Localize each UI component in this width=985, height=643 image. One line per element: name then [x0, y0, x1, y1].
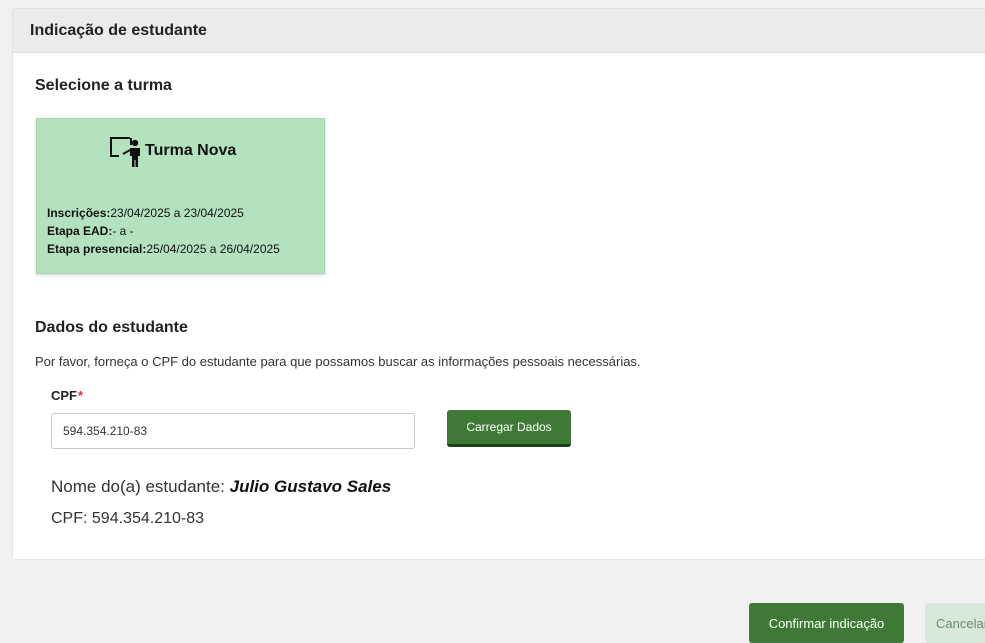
- class-card-header: Turma Nova: [109, 134, 236, 168]
- ead-stage-period: Etapa EAD:- a -: [47, 224, 134, 238]
- presential-stage-period: Etapa presencial:25/04/2025 a 26/04/2025: [47, 242, 280, 256]
- teacher-board-icon: [109, 134, 143, 168]
- required-marker: *: [78, 388, 84, 403]
- cancel-button[interactable]: Cancelar: [925, 603, 985, 643]
- enrollment-period: Inscrições:23/04/2025 a 23/04/2025: [47, 206, 244, 220]
- page-title: Indicação de estudante: [30, 21, 207, 39]
- load-data-button[interactable]: Carregar Dados: [447, 410, 571, 447]
- student-cpf-line: CPF: 594.354.210-83: [51, 510, 205, 527]
- confirm-indication-button[interactable]: Confirmar indicação: [749, 603, 904, 643]
- class-card[interactable]: Turma Nova Inscrições:23/04/2025 a 23/04…: [36, 118, 325, 274]
- cpf-input[interactable]: [51, 413, 415, 449]
- student-section-description: Por favor, forneça o CPF do estudante pa…: [35, 354, 641, 369]
- student-name-line: Nome do(a) estudante: Julio Gustavo Sale…: [51, 477, 392, 496]
- indication-panel: Indicação de estudante Selecione a turma…: [12, 8, 985, 560]
- class-card-title: Turma Nova: [145, 142, 237, 159]
- student-section-title: Dados do estudante: [35, 319, 188, 336]
- cpf-label: CPF*: [51, 388, 84, 403]
- student-name-value: Julio Gustavo Sales: [229, 477, 392, 496]
- student-cpf-value: 594.354.210-83: [91, 510, 205, 527]
- class-card-info: Inscrições:23/04/2025 a 23/04/2025 Etapa…: [47, 204, 280, 258]
- class-section-title: Selecione a turma: [35, 77, 172, 94]
- panel-header: Indicação de estudante: [13, 9, 985, 53]
